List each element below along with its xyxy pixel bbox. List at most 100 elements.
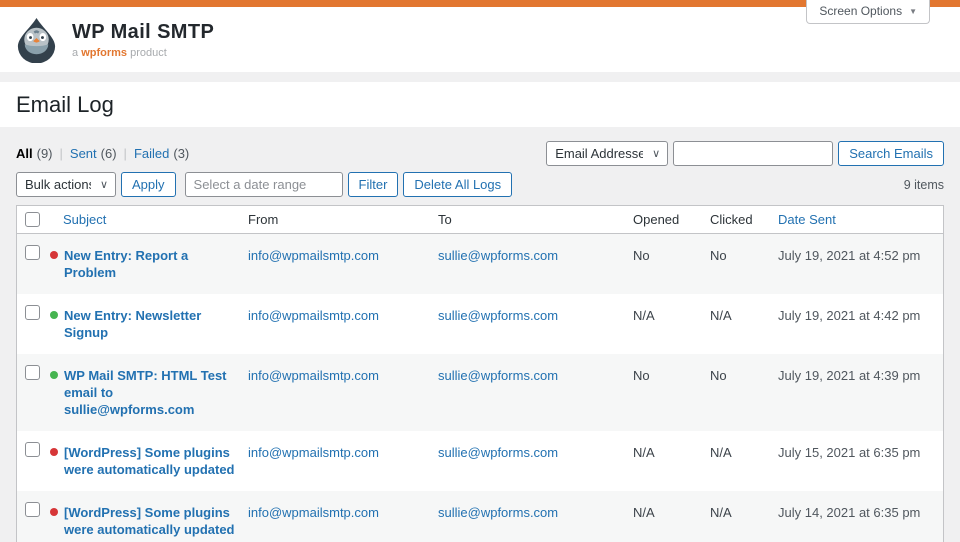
clicked-cell: N/A — [710, 294, 778, 354]
column-header-subject: Subject — [50, 206, 248, 234]
subject-cell: [WordPress] Some plugins were automatica… — [50, 431, 248, 491]
table-row: New Entry: Newsletter Signup info@wpmail… — [17, 294, 944, 354]
clicked-cell: No — [710, 234, 778, 295]
page-title-band: Email Log — [0, 82, 960, 127]
table-header-row: SubjectFromToOpenedClickedDate Sent — [17, 206, 944, 234]
bulk-actions-select-wrap: Bulk actions ∨ — [16, 172, 116, 197]
row-select-cell — [17, 431, 51, 491]
from-email-link[interactable]: info@wpmailsmtp.com — [248, 445, 379, 460]
row-checkbox[interactable] — [25, 502, 40, 517]
to-email-link[interactable]: sullie@wpforms.com — [438, 368, 558, 383]
email-log-table-wrap: SubjectFromToOpenedClickedDate Sent New … — [16, 205, 944, 542]
from-email-link[interactable]: info@wpmailsmtp.com — [248, 248, 379, 263]
row-checkbox[interactable] — [25, 245, 40, 260]
subject-link[interactable]: New Entry: Newsletter Signup — [64, 307, 238, 341]
sort-link-subject[interactable]: Subject — [63, 212, 106, 227]
subject-link[interactable]: WP Mail SMTP: HTML Test email to sullie@… — [64, 367, 238, 418]
apply-button[interactable]: Apply — [121, 172, 176, 197]
from-cell: info@wpmailsmtp.com — [248, 491, 438, 542]
opened-cell: No — [633, 234, 710, 295]
table-row: [WordPress] Some plugins were automatica… — [17, 491, 944, 542]
status-dot — [50, 448, 58, 456]
view-filter-count: (3) — [173, 146, 189, 161]
email-log-rows: New Entry: Report a Problem info@wpmails… — [17, 234, 944, 542]
date-range-input[interactable] — [185, 172, 343, 197]
from-cell: info@wpmailsmtp.com — [248, 431, 438, 491]
row-checkbox[interactable] — [25, 442, 40, 457]
sort-link-date-sent[interactable]: Date Sent — [778, 212, 836, 227]
view-filter-link[interactable]: Sent — [70, 146, 97, 161]
page-title: Email Log — [16, 92, 114, 118]
status-dot — [50, 508, 58, 516]
items-count: 9 items — [904, 178, 944, 192]
date-sent-cell: July 19, 2021 at 4:52 pm — [778, 234, 944, 295]
from-email-link[interactable]: info@wpmailsmtp.com — [248, 368, 379, 383]
search-controls: Email Addresses ∨ Search Emails — [546, 141, 944, 166]
search-by-select-wrap: Email Addresses ∨ — [546, 141, 668, 166]
view-filters: All (9) Sent (6) Failed (3) — [16, 146, 189, 161]
opened-cell: N/A — [633, 431, 710, 491]
from-email-link[interactable]: info@wpmailsmtp.com — [248, 505, 379, 520]
status-dot — [50, 311, 58, 319]
wp-mail-smtp-pigeon-logo-icon — [13, 16, 60, 63]
status-dot — [50, 251, 58, 259]
search-by-select[interactable]: Email Addresses — [546, 141, 668, 166]
status-dot — [50, 371, 58, 379]
date-sent-cell: July 19, 2021 at 4:42 pm — [778, 294, 944, 354]
to-email-link[interactable]: sullie@wpforms.com — [438, 308, 558, 323]
subtitle-suffix: product — [130, 47, 167, 59]
column-header-to: To — [438, 206, 633, 234]
row-select-cell — [17, 354, 51, 431]
screen-options-button[interactable]: Screen Options ▼ — [806, 0, 930, 24]
to-cell: sullie@wpforms.com — [438, 294, 633, 354]
bulk-actions-select[interactable]: Bulk actions — [16, 172, 116, 197]
view-filter-count: (9) — [37, 146, 53, 161]
clicked-cell: No — [710, 354, 778, 431]
column-header-opened: Opened — [633, 206, 710, 234]
row-select-cell — [17, 294, 51, 354]
date-sent-cell: July 19, 2021 at 4:39 pm — [778, 354, 944, 431]
table-row: New Entry: Report a Problem info@wpmails… — [17, 234, 944, 295]
view-filter-link[interactable]: All — [16, 146, 33, 161]
subject-link[interactable]: [WordPress] Some plugins were automatica… — [64, 444, 238, 478]
subject-link[interactable]: [WordPress] Some plugins were automatica… — [64, 504, 238, 538]
to-cell: sullie@wpforms.com — [438, 431, 633, 491]
email-log-table: SubjectFromToOpenedClickedDate Sent New … — [16, 205, 944, 542]
to-email-link[interactable]: sullie@wpforms.com — [438, 248, 558, 263]
bulk-controls: Bulk actions ∨ Apply Filter Delete All L… — [16, 172, 512, 197]
from-cell: info@wpmailsmtp.com — [248, 294, 438, 354]
email-log-content: All (9) Sent (6) Failed (3) Email Addresses ∨… — [0, 141, 960, 542]
search-input[interactable] — [673, 141, 833, 166]
to-cell: sullie@wpforms.com — [438, 491, 633, 542]
from-cell: info@wpmailsmtp.com — [248, 354, 438, 431]
row-select-cell — [17, 234, 51, 295]
view-filter-link[interactable]: Failed — [134, 146, 169, 161]
subject-cell: WP Mail SMTP: HTML Test email to sullie@… — [50, 354, 248, 431]
row-checkbox[interactable] — [25, 365, 40, 380]
opened-cell: No — [633, 354, 710, 431]
to-email-link[interactable]: sullie@wpforms.com — [438, 505, 558, 520]
delete-all-logs-button[interactable]: Delete All Logs — [403, 172, 512, 197]
view-filter-all: All (9) — [16, 146, 70, 161]
subtitle-prefix: a — [72, 47, 78, 59]
filter-button[interactable]: Filter — [348, 172, 399, 197]
search-emails-button[interactable]: Search Emails — [838, 141, 944, 166]
select-all-checkbox[interactable] — [25, 212, 40, 227]
row-select-cell — [17, 491, 51, 542]
plugin-title: WP Mail SMTP — [72, 21, 214, 44]
table-row: [WordPress] Some plugins were automatica… — [17, 431, 944, 491]
to-email-link[interactable]: sullie@wpforms.com — [438, 445, 558, 460]
view-filter-sent: Sent (6) — [70, 146, 134, 161]
table-row: WP Mail SMTP: HTML Test email to sullie@… — [17, 354, 944, 431]
view-filter-count: (6) — [101, 146, 117, 161]
chevron-down-icon: ▼ — [909, 7, 917, 16]
row-checkbox[interactable] — [25, 305, 40, 320]
subject-cell: [WordPress] Some plugins were automatica… — [50, 491, 248, 542]
subject-link[interactable]: New Entry: Report a Problem — [64, 247, 238, 281]
column-header-from: From — [248, 206, 438, 234]
opened-cell: N/A — [633, 294, 710, 354]
to-cell: sullie@wpforms.com — [438, 354, 633, 431]
subject-cell: New Entry: Newsletter Signup — [50, 294, 248, 354]
from-email-link[interactable]: info@wpmailsmtp.com — [248, 308, 379, 323]
date-sent-cell: July 15, 2021 at 6:35 pm — [778, 431, 944, 491]
